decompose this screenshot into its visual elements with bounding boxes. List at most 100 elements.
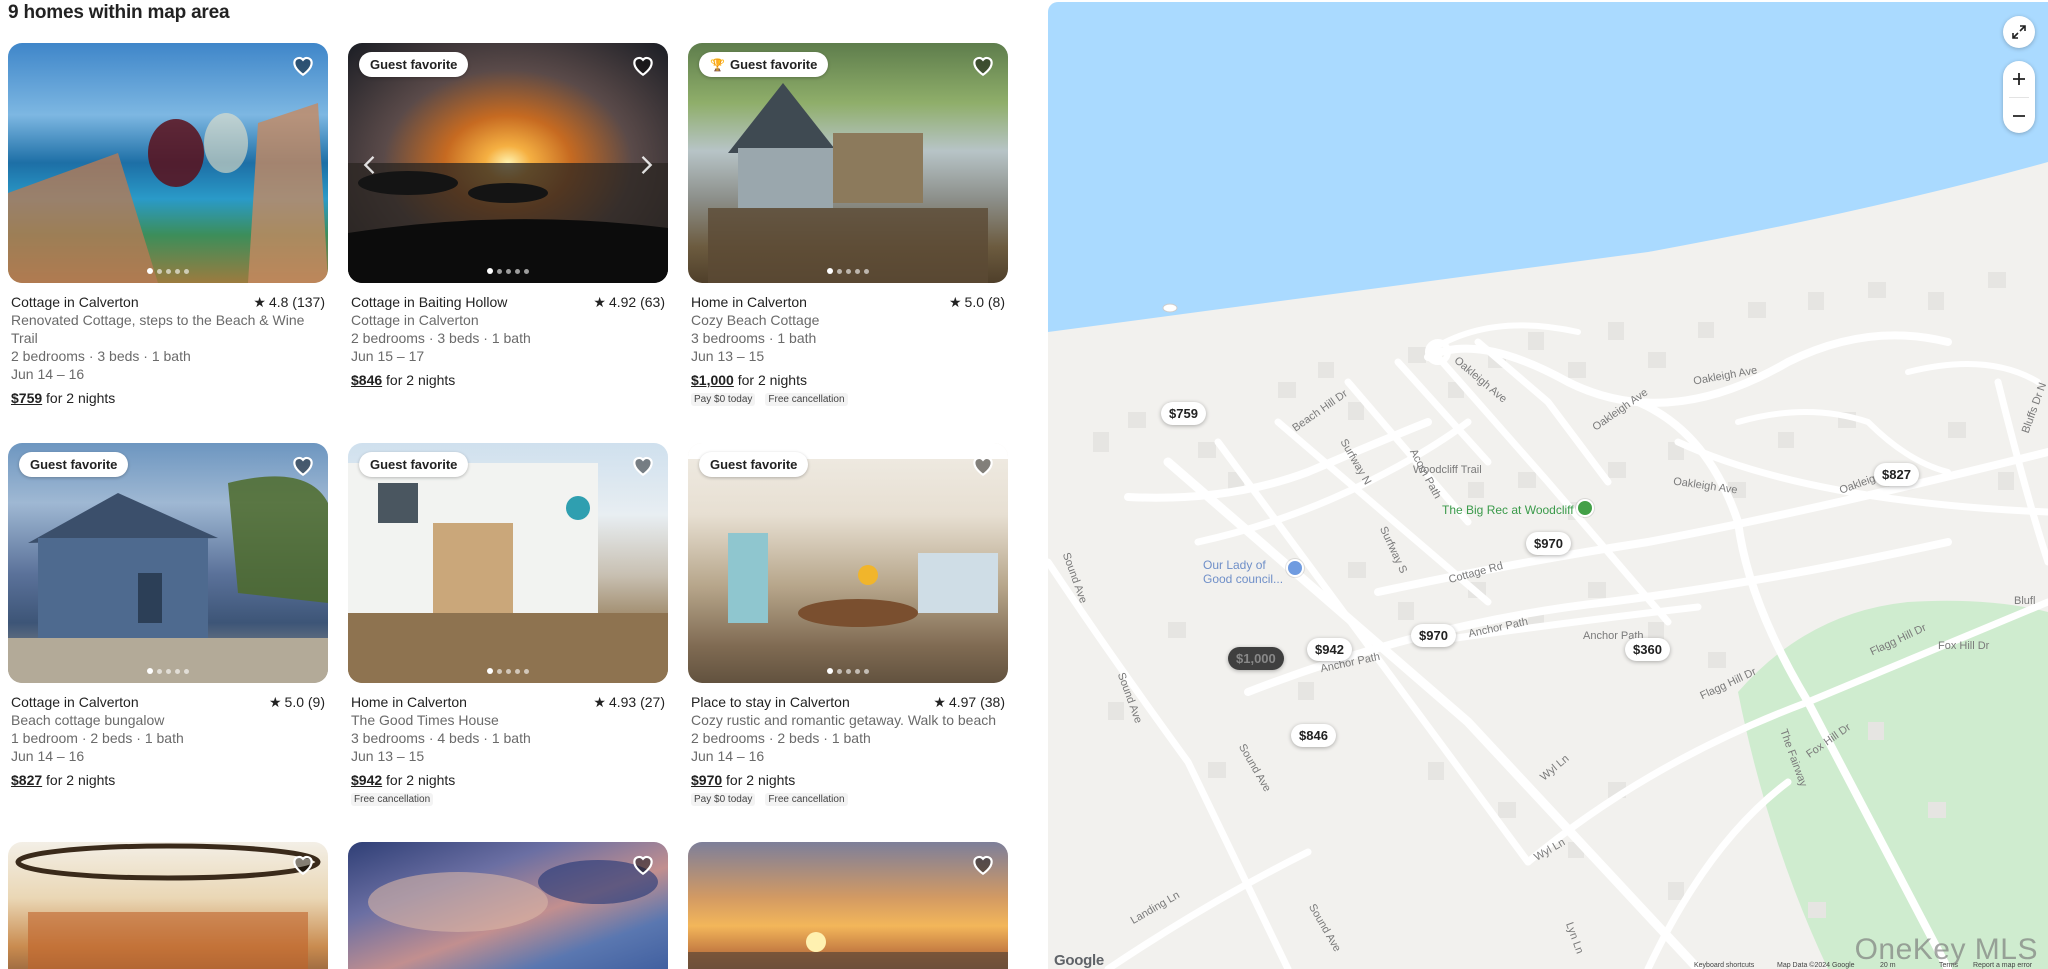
heart-icon[interactable] [970,52,996,78]
listing-title: Home in Calverton [691,294,807,310]
tree-icon[interactable] [1576,499,1594,517]
listing-card[interactable]: Cottage in Calverton ★ 4.8 (137) Renovated… [8,43,328,407]
listing-photo[interactable]: 🏆 Guest favorite [688,43,1008,283]
listing-price[interactable]: $970 [691,772,722,788]
free-cancellation-tag: Free cancellation [351,793,434,806]
heart-icon[interactable] [970,851,996,877]
listing-subtitle: Cottage in Calverton [351,312,479,328]
listing-photo[interactable] [8,842,328,969]
listing-card[interactable] [348,842,668,969]
listing-price[interactable]: $827 [11,772,42,788]
price-pin[interactable]: $970 [1411,624,1456,647]
price-pin[interactable]: $970 [1526,532,1571,555]
google-logo[interactable]: Google [1054,952,1104,969]
listing-dates: Jun 14 – 16 [11,748,85,764]
listing-photo[interactable] [8,43,328,283]
guest-favorite-badge: Guest favorite [359,52,469,77]
listing-photo[interactable]: Guest favorite [348,443,668,683]
next-photo-arrow-icon[interactable] [632,151,660,179]
price-pin[interactable]: $360 [1625,638,1670,661]
listing-card[interactable] [8,842,328,969]
listing-dates: Jun 14 – 16 [11,366,85,382]
photo-illustration [15,843,321,969]
trophy-icon: 🏆 [710,57,725,72]
guest-favorite-badge: Guest favorite [19,452,129,477]
listing-subtitle: Cozy rustic and romantic getaway. Walk t… [691,712,997,728]
listing-photo[interactable] [688,842,1008,969]
map-data-text: Map Data ©2024 Google [1777,962,1855,969]
listing-price[interactable]: $846 [351,372,382,388]
photo-dots [348,668,668,674]
listing-price[interactable]: $942 [351,772,382,788]
heart-icon[interactable] [290,52,316,78]
price-pin[interactable]: $759 [1161,402,1206,425]
listing-price[interactable]: $1,000 [691,372,734,388]
listing-photo[interactable] [348,842,668,969]
heart-icon[interactable] [290,452,316,478]
listing-price-line: $846 for 2 nights [351,372,456,388]
price-pin[interactable]: $942 [1307,638,1352,661]
listing-rating: ★ 4.97 (38) [933,694,1005,710]
watermark: OneKey MLS [1854,933,2038,966]
star-icon: ★ [253,294,266,310]
listing-rating: ★ 4.8 (137) [253,294,325,310]
listing-card[interactable]: Guest favorite Home in Calverton ★ 4.93 (2… [348,443,668,806]
photo-illustration [688,443,1008,627]
park-label[interactable]: The Big Rec at Woodcliff [1442,503,1574,517]
listing-card[interactable]: 🏆 Guest favorite Home in Calverton ★ 5.0 (8… [688,43,1008,406]
listing-beds: 3 bedrooms · 1 bath [691,330,817,346]
listing-beds: 1 bedroom · 2 beds · 1 bath [11,730,184,746]
heart-icon[interactable] [630,851,656,877]
map[interactable]: Oakleigh Ave Oakleigh Ave Oakleigh Ave O… [1048,2,2048,969]
prev-photo-arrow-icon[interactable] [356,151,384,179]
free-cancellation-tag: Free cancellation [765,793,848,806]
price-pin[interactable]: $827 [1874,463,1919,486]
price-pin-selected[interactable]: $1,000 [1228,647,1284,670]
star-icon: ★ [593,694,606,710]
listings-panel: 9 homes within map area Cottage in Calve… [0,0,1040,969]
star-icon: ★ [268,694,282,710]
listing-title: Home in Calverton [351,694,467,710]
zoom-out-icon[interactable] [2003,98,2035,134]
listing-tags: Pay $0 today Free cancellation [691,793,1005,806]
listing-title: Cottage in Calverton [11,694,139,710]
heart-icon[interactable] [970,452,996,478]
listing-rating: ★ 5.0 (9) [268,694,325,710]
zoom-in-icon[interactable] [2003,61,2035,97]
heart-icon[interactable] [630,52,656,78]
listing-card[interactable] [688,842,1008,969]
heart-icon[interactable] [630,452,656,478]
listing-subtitle: Renovated Cottage, steps to the Beach & … [11,312,305,346]
heart-icon[interactable] [290,851,316,877]
star-icon: ★ [933,694,946,710]
church-icon[interactable] [1286,559,1304,577]
listing-price-line: $827 for 2 nights [11,772,116,788]
expand-map-icon[interactable] [2003,16,2035,48]
photo-dots [688,668,1008,674]
photo-illustration [8,103,328,283]
keyboard-shortcuts-link[interactable]: Keyboard shortcuts [1694,962,1754,969]
photo-dots [348,268,668,274]
listing-price[interactable]: $759 [11,390,42,406]
church-label[interactable]: Our Lady of [1203,558,1266,572]
street-label: Woodcliff Trail [1413,464,1482,476]
guest-favorite-badge: Guest favorite [699,452,809,477]
listing-title: Place to stay in Calverton [691,694,850,710]
listing-title: Cottage in Calverton [11,294,139,310]
listing-photo[interactable]: Guest favorite [688,443,1008,683]
photo-dots [688,268,1008,274]
photo-illustration [348,163,668,283]
photo-illustration [708,83,988,283]
listing-card[interactable]: Guest favorite Cottage in Calverton ★ 5.0 … [8,443,328,789]
listing-tags: Pay $0 today Free cancellation [691,393,1005,406]
listing-subtitle: The Good Times House [351,712,499,728]
price-pin[interactable]: $846 [1291,724,1336,747]
church-label[interactable]: Good council... [1203,572,1283,586]
listing-price-line: $942 for 2 nights [351,772,456,788]
listing-card[interactable]: Guest favorite Place to stay in Calverto… [688,443,1008,806]
listing-photo[interactable]: Guest favorite [8,443,328,683]
listing-dates: Jun 13 – 15 [691,348,765,364]
listing-card[interactable]: Guest favorite Cottage in Baiting Hollow… [348,43,668,389]
guest-favorite-badge: 🏆 Guest favorite [699,52,829,77]
listing-photo[interactable]: Guest favorite [348,43,668,283]
